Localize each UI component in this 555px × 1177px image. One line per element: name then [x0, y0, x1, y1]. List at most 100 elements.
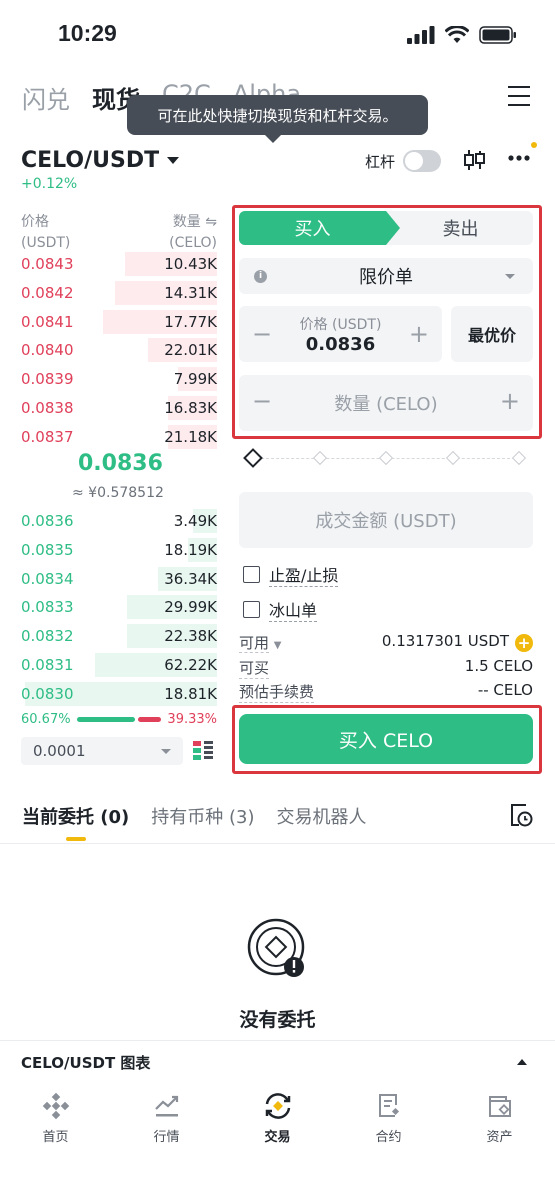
ask-row[interactable]: 0.0841 17.77K — [21, 308, 217, 336]
divider — [0, 843, 555, 844]
row-price: 0.0832 — [21, 627, 74, 646]
checkbox[interactable] — [243, 566, 260, 583]
slider-handle[interactable] — [243, 448, 263, 468]
iceberg-checkbox[interactable]: 冰山单 — [243, 597, 318, 622]
ask-row[interactable]: 0.0839 7.99K — [21, 365, 217, 393]
slider-node-25[interactable] — [312, 450, 328, 466]
candlestick-icon[interactable] — [462, 148, 486, 172]
plus-icon[interactable]: + — [500, 387, 520, 415]
tab-trading-bots[interactable]: 交易机器人 — [276, 803, 366, 829]
row-price: 0.0840 — [21, 341, 74, 360]
margin-toggle[interactable] — [403, 150, 442, 172]
nav-home[interactable]: 首页 — [0, 1084, 111, 1177]
ask-row[interactable]: 0.0842 14.31K — [21, 279, 217, 307]
margin-switch[interactable]: 杠杆 — [365, 150, 442, 172]
row-quantity: 3.49K — [173, 512, 217, 530]
chevron-down-icon: ▼ — [273, 640, 282, 651]
checkbox[interactable] — [243, 601, 260, 618]
qty-header-label: 数量 ⇋ — [172, 214, 217, 230]
ask-row[interactable]: 0.0843 10.43K — [21, 250, 217, 278]
tab-convert[interactable]: 闪兑 — [22, 80, 70, 115]
total-amount-placeholder: 成交金额 (USDT) — [315, 511, 457, 532]
amount-slider[interactable] — [243, 448, 527, 468]
row-quantity: 18.81K — [164, 684, 217, 703]
ask-row[interactable]: 0.0840 22.01K — [21, 336, 217, 364]
pair-selector[interactable]: CELO/USDT — [21, 148, 180, 173]
fee-value: -- CELO — [477, 681, 533, 699]
slider-node-75[interactable] — [445, 450, 461, 466]
can-buy-value: 1.5 CELO — [464, 657, 533, 675]
order-type-select[interactable]: i 限价单 — [239, 258, 533, 294]
tab-sell[interactable]: 卖出 — [388, 211, 533, 245]
nav-markets-label: 行情 — [153, 1130, 180, 1145]
row-quantity: 22.38K — [164, 627, 217, 646]
price-input[interactable]: − 价格 (USDT) 0.0836 + — [239, 306, 442, 362]
signal-icon — [407, 26, 435, 44]
nav-futures[interactable]: 合约 — [333, 1084, 444, 1177]
nav-futures-label: 合约 — [375, 1130, 402, 1145]
battery-icon — [479, 26, 516, 44]
sell-ratio-bar — [138, 717, 162, 722]
row-quantity: 62.22K — [164, 656, 217, 674]
row-quantity: 21.18K — [164, 427, 217, 446]
minus-icon[interactable]: − — [252, 387, 272, 415]
nav-markets[interactable]: 行情 — [111, 1084, 222, 1177]
qty-header[interactable]: 数量 ⇋ (CELO) — [169, 212, 217, 254]
row-price: 0.0837 — [21, 427, 74, 446]
precision-select[interactable]: 0.0001 — [21, 737, 183, 765]
more-icon[interactable] — [506, 142, 540, 168]
bid-row[interactable]: 0.0832 22.38K — [21, 622, 217, 650]
chevron-down-icon — [505, 274, 515, 279]
tp-sl-checkbox[interactable]: 止盈/止损 — [243, 562, 339, 587]
bid-row[interactable]: 0.0831 62.22K — [21, 651, 217, 679]
chevron-down-icon — [167, 157, 180, 164]
info-icon[interactable]: i — [254, 270, 267, 283]
bid-row[interactable]: 0.0833 29.99K — [21, 593, 217, 621]
tab-buy[interactable]: 买入 — [239, 211, 400, 245]
mid-price-fiat: ≈ ¥0.578512 — [72, 485, 164, 501]
row-quantity: 18.19K — [164, 540, 217, 559]
row-price: 0.0830 — [21, 684, 74, 703]
nav-trade-label: 交易 — [264, 1130, 291, 1145]
row-price: 0.0834 — [21, 569, 74, 588]
active-tab-indicator — [66, 837, 86, 841]
ask-row[interactable]: 0.0837 21.18K — [21, 423, 217, 451]
total-amount-input[interactable]: 成交金额 (USDT) — [239, 492, 533, 548]
nav-assets[interactable]: 资产 — [444, 1084, 555, 1177]
available-selector[interactable]: 可用 ▼ — [239, 632, 282, 653]
row-quantity: 7.99K — [173, 370, 217, 389]
pair-name: CELO/USDT — [21, 148, 160, 173]
chevron-up-icon[interactable] — [517, 1059, 527, 1065]
bid-row[interactable]: 0.0835 18.19K — [21, 536, 217, 564]
chart-toggle-bar[interactable]: CELO/USDT 图表 — [0, 1040, 555, 1084]
margin-tooltip: 可在此处快捷切换现货和杠杆交易。 — [127, 95, 428, 143]
iceberg-label: 冰山单 — [269, 597, 318, 622]
book-layout-icon[interactable] — [192, 740, 214, 762]
quantity-input[interactable]: − 数量 (CELO) + — [239, 375, 533, 431]
row-quantity: 16.83K — [164, 399, 217, 417]
best-price-button[interactable]: 最优价 — [451, 306, 533, 362]
buy-sell-ratio: 60.67% 39.33% — [21, 712, 217, 727]
order-history-icon[interactable] — [508, 802, 534, 828]
bid-row[interactable]: 0.0836 3.49K — [21, 507, 217, 535]
chevron-down-icon — [161, 749, 171, 754]
deposit-plus-icon[interactable]: + — [515, 634, 533, 652]
bid-row[interactable]: 0.0834 36.34K — [21, 565, 217, 593]
slider-node-50[interactable] — [378, 450, 394, 466]
plus-icon[interactable]: + — [409, 320, 429, 348]
row-price: 0.0842 — [21, 283, 74, 302]
ask-row[interactable]: 0.0838 16.83K — [21, 394, 217, 422]
buy-celo-button[interactable]: 买入 CELO — [239, 714, 533, 764]
nav-trade[interactable]: 交易 — [222, 1084, 333, 1177]
row-price: 0.0833 — [21, 598, 74, 617]
bid-row[interactable]: 0.0830 18.81K — [21, 680, 217, 708]
price-header-label: 价格 — [21, 214, 49, 230]
nav-assets-label: 资产 — [486, 1130, 513, 1145]
wallet-icon — [488, 1096, 511, 1117]
tab-open-orders[interactable]: 当前委托 (0) — [22, 803, 129, 829]
tab-holdings[interactable]: 持有币种 (3) — [151, 803, 254, 829]
fee-label: 预估手续费 — [239, 683, 315, 703]
row-quantity: 36.34K — [164, 569, 217, 588]
slider-node-100[interactable] — [511, 450, 527, 466]
menu-icon[interactable] — [508, 86, 530, 106]
